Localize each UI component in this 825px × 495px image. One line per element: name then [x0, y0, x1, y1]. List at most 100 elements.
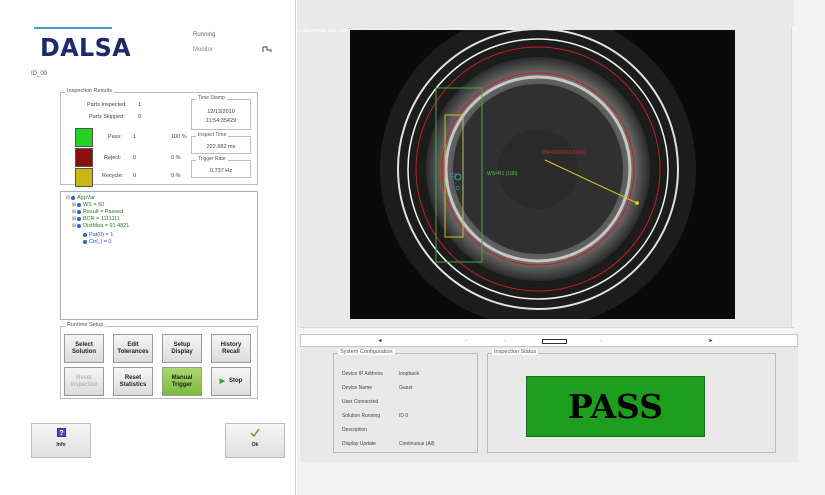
recycle-percent: 0 %	[171, 173, 181, 179]
recycle-label: Recycle:	[102, 173, 124, 179]
button-label: Recall	[222, 348, 240, 355]
node-icon	[77, 223, 81, 228]
stop-button[interactable]: ▶ Stop	[211, 367, 251, 396]
tree-node[interactable]: ⊞ BCR = 1111111	[65, 216, 257, 223]
button-label: Stop	[229, 378, 243, 384]
image-position-slider[interactable]	[542, 339, 567, 344]
button-label: Reset	[76, 374, 92, 381]
reset-inspection-button[interactable]: Reset Inspection	[64, 367, 104, 396]
inspection-image-canvas: WS=R1 (100) DS=XXXXXXXXXX C1 D 1	[350, 30, 735, 319]
reset-statistics-button[interactable]: Reset Statistics	[113, 367, 153, 396]
prev-image-icon[interactable]: ·	[463, 338, 469, 344]
manual-trigger-button[interactable]: Manual Trigger	[162, 367, 202, 396]
last-image-icon[interactable]: ▸	[708, 338, 714, 344]
status-area: System Configuration Device IP Address lo…	[300, 347, 798, 462]
right-panel: c:\documents and settings\all users\appl…	[297, 0, 825, 495]
node-icon	[77, 202, 81, 207]
button-label: Statistics	[119, 381, 147, 388]
info-button[interactable]: ? Info	[31, 423, 91, 458]
config-row-description: Description	[342, 427, 399, 433]
trigger-rate-value: 0.737 Hz	[209, 168, 232, 174]
logo-accent	[34, 27, 112, 29]
system-configuration-group: System Configuration Device IP Address lo…	[333, 349, 478, 453]
config-key: Description	[342, 427, 368, 433]
button-label: Inspection	[70, 381, 98, 388]
reject-percent: 0 %	[171, 155, 181, 161]
ok-label: Ok	[251, 442, 259, 448]
checkmark-icon	[250, 428, 260, 437]
config-value: Guest	[399, 385, 413, 391]
inspection-image[interactable]: WS=R1 (100) DS=XXXXXXXXXX C1 D 1	[350, 30, 735, 319]
time-stamp-title: Time Stamp	[196, 95, 227, 101]
config-value: ID 0	[399, 413, 409, 419]
svg-text:?: ?	[59, 430, 63, 437]
monitor-toggle-icon[interactable]	[262, 44, 272, 54]
inspection-status-group: Inspection Status PASS	[487, 349, 776, 453]
edit-tolerances-button[interactable]: Edit Tolerances	[113, 334, 153, 363]
button-label: Reset	[124, 374, 142, 381]
inspect-time-title: Inspect Time	[196, 132, 229, 138]
button-label: Setup	[173, 341, 191, 348]
pass-color-swatch	[75, 128, 93, 147]
parts-skipped-label: Parts Skipped:	[89, 114, 125, 120]
recycle-color-swatch	[75, 168, 93, 187]
setup-display-button[interactable]: Setup Display	[162, 334, 202, 363]
ok-button[interactable]: Ok	[225, 423, 285, 458]
button-label: Trigger	[171, 381, 193, 388]
config-key: Display Update	[342, 441, 376, 447]
parts-inspected-value: 1	[138, 102, 142, 108]
ds-overlay-label: DS=XXXXXXXXXX	[542, 150, 586, 156]
run-status: Running	[193, 32, 216, 38]
first-image-icon[interactable]: ◂	[377, 338, 383, 344]
select-solution-button[interactable]: Select Solution	[64, 334, 104, 363]
reject-color-swatch	[75, 148, 93, 167]
node-icon	[83, 232, 87, 237]
trigger-rate-box: Trigger Rate 0.737 Hz	[191, 156, 251, 178]
node-icon	[71, 195, 75, 200]
results-tree[interactable]: ⊟ AppVar ⊞ WS = 50 ⊞ Result = Passed ⊞ BCR =…	[60, 191, 258, 320]
info-label: Info	[56, 442, 66, 448]
trigger-rate-title: Trigger Rate	[196, 156, 228, 162]
history-recall-button[interactable]: History Recall	[211, 334, 251, 363]
image-viewport[interactable]: c:\documents and settings\all users\appl…	[297, 0, 794, 327]
tree-node[interactable]: ⊟ AppVar	[65, 195, 257, 202]
dalsa-logo: DALSA	[40, 33, 132, 62]
inspection-results-group: Inspection Results Parts Inspected: 1 Pa…	[60, 88, 258, 187]
tree-node-label: DistMea = 91.4821	[83, 223, 130, 229]
button-label: Edit	[127, 341, 139, 348]
config-key: Device IP Address	[342, 371, 383, 377]
node-icon	[83, 239, 87, 244]
pass-count: 1	[133, 134, 137, 140]
time-stamp-time: 11:54:35429	[205, 118, 237, 124]
time-stamp-box: Time Stamp 12/13/2010 11:54:35429	[191, 95, 251, 130]
inspect-time-box: Inspect Time 222.682 ms	[191, 132, 251, 154]
config-key: Solution Running	[342, 413, 381, 419]
step-back-icon[interactable]: ·	[502, 338, 508, 344]
image-toolbar: ◂ · · · ▸	[300, 334, 798, 347]
image-vertical-scrollbar[interactable]	[791, 26, 799, 328]
help-icon: ?	[56, 428, 66, 437]
pass-indicator: PASS	[526, 376, 705, 437]
tree-node[interactable]: Ctrl_I = 0	[65, 237, 257, 245]
tree-node[interactable]: ⊞ WS = 50	[65, 202, 257, 209]
runtime-setup-title: Runtime Setup	[65, 322, 106, 328]
tree-node[interactable]: ⊞ Result = Passed	[65, 209, 257, 216]
tree-node-label: WS = 50	[83, 202, 105, 208]
center-hub	[498, 129, 578, 209]
inspect-time-value: 222.682 ms	[206, 144, 236, 150]
config-value: Continuous (All)	[399, 441, 435, 447]
step-forward-icon[interactable]: ·	[598, 338, 604, 344]
tree-node[interactable]: ⊞ DistMea = 91.4821	[65, 223, 257, 230]
button-label: Tolerances	[117, 348, 149, 355]
config-value: loopback	[399, 371, 420, 377]
config-key: Device Name	[342, 385, 373, 391]
parts-inspected-label: Parts Inspected:	[87, 102, 127, 108]
tree-node[interactable]: Pat(0) = 1	[65, 230, 257, 238]
reject-count: 0	[133, 155, 137, 161]
mode-status: Monitor	[193, 47, 214, 53]
solution-id-label: ID_00	[31, 71, 48, 77]
measurement-end	[635, 201, 639, 205]
runtime-setup-group: Runtime Setup Select Solution Edit Toleran…	[60, 322, 258, 399]
pass-percent: 100 %	[171, 134, 187, 140]
inspection-results-title: Inspection Results	[65, 88, 114, 94]
